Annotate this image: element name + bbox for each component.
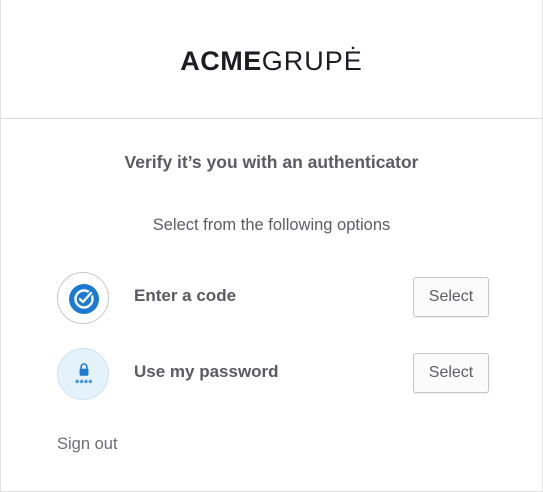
password-mask-text: **** xyxy=(75,379,93,390)
okta-verify-check-icon xyxy=(57,272,109,324)
authenticator-option-code: Enter a code Select xyxy=(57,272,489,324)
page-subtitle: Select from the following options xyxy=(152,216,391,234)
authenticator-option-password: **** Use my password Select xyxy=(57,348,489,400)
page-title: Verify it’s you with an authenticator xyxy=(124,152,419,172)
select-password-button[interactable]: Select xyxy=(413,353,489,393)
select-code-button[interactable]: Select xyxy=(413,277,489,317)
sign-in-card: ACME GRUPĖ Verify it’s you with an authe… xyxy=(0,0,543,492)
option-label: Enter a code xyxy=(134,286,237,305)
acme-grupe-logo: ACME GRUPĖ xyxy=(180,46,363,77)
option-label: Use my password xyxy=(134,362,279,381)
header: ACME GRUPĖ xyxy=(1,0,542,119)
logo-bold-text: ACME xyxy=(180,45,262,76)
password-lock-icon: **** xyxy=(57,348,109,400)
logo-light-text: GRUPĖ xyxy=(261,45,363,76)
sign-out-link[interactable]: Sign out xyxy=(57,435,118,454)
